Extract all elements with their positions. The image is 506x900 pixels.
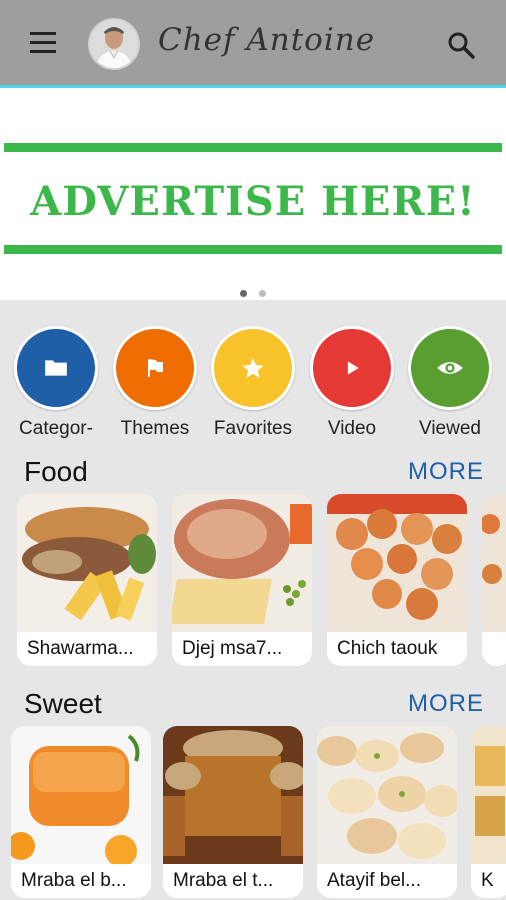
shortcut-label: Themes <box>120 418 190 439</box>
recipe-title: Chich taouk <box>337 638 438 659</box>
shortcut-circle <box>310 326 394 410</box>
shortcut-viewed[interactable]: Viewed <box>400 326 500 440</box>
banner-stripe <box>4 245 502 254</box>
recipe-card[interactable]: Djej msa7... <box>172 494 312 666</box>
recipe-card[interactable]: Chich taouk <box>327 494 467 666</box>
shortcut-circle <box>14 326 98 410</box>
shortcut-row: Categor- Themes Favorites Video Viewed <box>0 300 506 450</box>
recipe-title: Mraba el t... <box>173 870 274 891</box>
banner-stripe <box>4 143 502 152</box>
recipe-image <box>471 726 506 864</box>
recipe-image <box>317 726 457 864</box>
shortcut-label: Categor- <box>19 418 93 439</box>
more-link-food[interactable]: MORE <box>408 458 484 486</box>
eye-icon <box>437 362 463 374</box>
section-title-sweet: Sweet <box>24 688 102 719</box>
play-icon <box>347 361 359 375</box>
shortcut-themes[interactable]: Themes <box>105 326 205 440</box>
shortcut-circle <box>211 326 295 410</box>
shortcut-favorites[interactable]: Favorites <box>203 326 303 440</box>
shortcut-categories[interactable]: Categor- <box>6 326 106 440</box>
recipe-title: Mraba el b... <box>21 870 127 891</box>
carousel-dot[interactable] <box>259 290 266 297</box>
recipe-image <box>163 726 303 864</box>
recipe-image <box>17 494 157 632</box>
folder-icon <box>45 360 67 376</box>
recipe-image <box>482 494 506 632</box>
chef-avatar <box>88 18 140 70</box>
recipe-title: K <box>481 870 494 891</box>
ad-banner[interactable]: ADVERTISE HERE! <box>0 88 506 300</box>
recipe-title: Shawarma... <box>27 638 134 659</box>
recipe-card[interactable]: K <box>471 726 506 898</box>
app-bar: Chef Antoine <box>0 0 506 88</box>
recipe-card[interactable]: Mraba el t... <box>163 726 303 898</box>
recipe-title: Atayif bel... <box>327 870 421 891</box>
recipe-card[interactable]: Mraba el b... <box>11 726 151 898</box>
shortcut-label: Favorites <box>213 418 293 439</box>
app-title: Chef Antoine <box>158 22 376 58</box>
section-title-food: Food <box>24 456 88 487</box>
recipe-card[interactable]: Atayif bel... <box>317 726 457 898</box>
star-icon <box>242 358 264 378</box>
recipe-image <box>172 494 312 632</box>
recipe-image <box>11 726 151 864</box>
shortcut-video[interactable]: Video <box>302 326 402 440</box>
menu-icon[interactable] <box>30 32 60 56</box>
shortcut-circle <box>113 326 197 410</box>
search-icon[interactable] <box>446 30 476 60</box>
banner-text: ADVERTISE HERE! <box>30 178 476 225</box>
recipe-image <box>327 494 467 632</box>
recipe-title: Djej msa7... <box>182 638 283 659</box>
shortcut-label: Viewed <box>419 418 481 439</box>
flag-icon <box>148 359 163 377</box>
recipe-card[interactable]: Shawarma... <box>17 494 157 666</box>
shortcut-label: Video <box>327 418 377 439</box>
shortcut-circle <box>408 326 492 410</box>
more-link-sweet[interactable]: MORE <box>408 690 484 718</box>
carousel-dot[interactable] <box>240 290 247 297</box>
recipe-card[interactable] <box>482 494 506 666</box>
